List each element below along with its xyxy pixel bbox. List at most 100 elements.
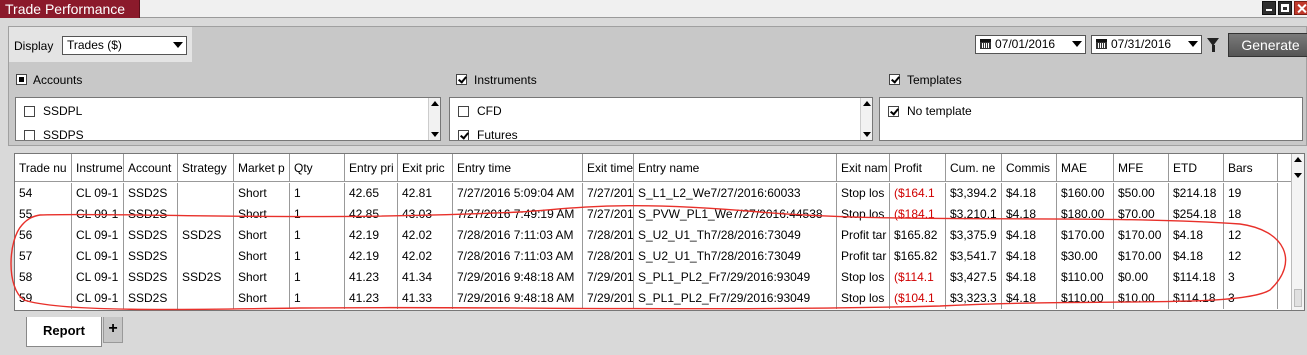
instruments-scrollbar[interactable] <box>860 98 872 140</box>
table-cell <box>178 204 234 225</box>
date-from-value: 07/01/2016 <box>995 37 1056 51</box>
column-header[interactable]: Exit pric <box>398 154 453 182</box>
tab-bar: Report + <box>0 317 1307 355</box>
table-cell: $254.18 <box>1169 204 1224 225</box>
date-to-select[interactable]: 07/31/2016 <box>1091 35 1202 54</box>
column-header[interactable]: MFE <box>1114 154 1169 182</box>
window-titlebar: Trade Performance <box>0 0 1307 18</box>
table-row[interactable]: 57 CL 09-1 SSD2S Short 1 42.19 42.02 7/28/2016 … <box>15 246 1293 267</box>
table-cell: Short <box>234 267 290 288</box>
table-cell: $3,375.9 <box>946 225 1002 246</box>
display-select[interactable]: Trades ($) <box>62 36 187 55</box>
table-cell: 3 <box>1224 288 1278 309</box>
minimize-icon[interactable] <box>1262 1 1276 15</box>
column-header[interactable]: Market p <box>234 154 290 182</box>
column-header[interactable]: Entry name <box>634 154 837 182</box>
table-cell: 41.34 <box>398 267 453 288</box>
column-header[interactable]: MAE <box>1057 154 1114 182</box>
instrument-name: CFD <box>477 104 502 118</box>
table-cell: Stop los <box>837 267 890 288</box>
template-checkbox[interactable] <box>888 106 899 117</box>
table-row[interactable]: 56 CL 09-1 SSD2S SSD2S Short 1 42.19 42.02 7/28/… <box>15 225 1293 246</box>
column-header[interactable]: Entry time <box>453 154 583 182</box>
table-cell: 7/28/2016 7:11:03 AM <box>453 225 583 246</box>
table-cell: $3,210.1 <box>946 204 1002 225</box>
instruments-checkbox[interactable] <box>456 74 467 85</box>
table-cell: $110.00 <box>1057 267 1114 288</box>
scroll-thumb[interactable] <box>1294 289 1302 307</box>
scroll-down-icon[interactable] <box>431 132 439 137</box>
table-cell: 1 <box>290 246 345 267</box>
date-from-select[interactable]: 07/01/2016 <box>975 35 1086 54</box>
column-header[interactable]: Strategy <box>178 154 234 182</box>
tab-report[interactable]: Report <box>26 317 102 347</box>
scroll-up-icon[interactable] <box>1294 157 1302 162</box>
table-row[interactable]: 58 CL 09-1 SSD2S SSD2S Short 1 41.23 41.34 7/29/… <box>15 267 1293 288</box>
table-cell: SSD2S <box>124 267 178 288</box>
scroll-up-icon[interactable] <box>431 101 439 106</box>
table-cell: 7/29/201 <box>583 267 634 288</box>
instrument-checkbox[interactable] <box>458 106 469 117</box>
account-name: SSDPL <box>43 104 83 118</box>
column-header[interactable]: Exit time <box>583 154 634 182</box>
table-row[interactable]: 55 CL 09-1 SSD2S Short 1 42.85 43.03 7/27/2016 … <box>15 204 1293 225</box>
filter-icon[interactable] <box>1207 38 1219 52</box>
close-icon[interactable] <box>1294 1 1307 15</box>
table-cell: 59 <box>15 288 72 309</box>
column-header[interactable]: Cum. ne <box>946 154 1002 182</box>
table-cell: $4.18 <box>1002 288 1057 309</box>
table-cell: 12 <box>1224 225 1278 246</box>
table-cell: CL 09-1 <box>72 204 124 225</box>
table-cell <box>178 288 234 309</box>
add-tab-button[interactable]: + <box>103 317 123 343</box>
column-header[interactable]: Exit nam <box>837 154 890 182</box>
maximize-icon[interactable] <box>1278 1 1292 15</box>
column-header[interactable]: Bars <box>1224 154 1278 182</box>
column-header[interactable]: Account <box>124 154 178 182</box>
grid-scrollbar[interactable] <box>1291 154 1304 310</box>
template-name: No template <box>907 104 972 118</box>
templates-checkbox[interactable] <box>889 74 900 85</box>
column-header[interactable]: Commis <box>1002 154 1057 182</box>
scroll-down-icon[interactable] <box>863 132 871 137</box>
instruments-label: Instruments <box>474 73 537 87</box>
accounts-checkbox[interactable] <box>16 74 27 85</box>
trades-grid: Trade nu Instrume Account Strategy Market pQ… <box>14 153 1305 311</box>
column-header[interactable]: Profit <box>890 154 946 182</box>
table-cell: CL 09-1 <box>72 288 124 309</box>
table-cell: SSD2S <box>124 225 178 246</box>
table-cell: Short <box>234 246 290 267</box>
table-row[interactable]: 54 CL 09-1 SSD2S Short 1 42.65 42.81 7/27/2016 … <box>15 183 1293 204</box>
account-checkbox[interactable] <box>24 130 35 140</box>
chevron-down-icon <box>173 42 183 48</box>
chevron-down-icon <box>1072 41 1082 47</box>
table-cell: 42.19 <box>345 225 398 246</box>
account-checkbox[interactable] <box>24 106 35 117</box>
table-cell <box>178 183 234 204</box>
column-header[interactable]: Trade nu <box>15 154 72 182</box>
table-cell: 43.03 <box>398 204 453 225</box>
display-label: Display <box>14 39 54 53</box>
accounts-scrollbar[interactable] <box>428 98 440 140</box>
column-header[interactable]: Qty <box>290 154 345 182</box>
table-cell: SSD2S <box>124 183 178 204</box>
table-row[interactable]: 59 CL 09-1 SSD2S Short 1 41.23 41.33 7/29/2016 … <box>15 288 1293 309</box>
templates-label: Templates <box>907 73 962 87</box>
table-cell: SSD2S <box>124 204 178 225</box>
display-select-value: Trades ($) <box>67 38 122 52</box>
column-header[interactable]: Instrume <box>72 154 124 182</box>
column-header[interactable]: ETD <box>1169 154 1224 182</box>
table-cell: 56 <box>15 225 72 246</box>
table-cell: Profit tar <box>837 246 890 267</box>
scroll-down-icon[interactable] <box>1294 173 1302 178</box>
column-header[interactable]: Entry pri <box>345 154 398 182</box>
table-cell: 3 <box>1224 267 1278 288</box>
scroll-up-icon[interactable] <box>863 101 871 106</box>
table-cell: $70.00 <box>1114 204 1169 225</box>
table-cell <box>178 246 234 267</box>
instrument-checkbox[interactable] <box>458 130 469 140</box>
table-cell: ($104.1 <box>890 288 946 309</box>
table-cell: Stop los <box>837 183 890 204</box>
generate-button[interactable]: Generate <box>1228 33 1307 57</box>
table-cell: $50.00 <box>1114 183 1169 204</box>
